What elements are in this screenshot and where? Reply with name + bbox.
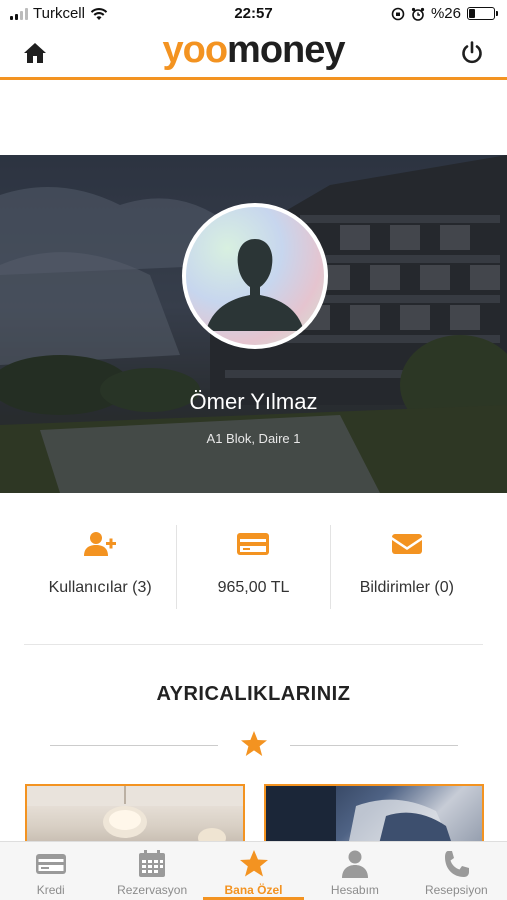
bottom-tab-bar: Kredi Rezervasyon Bana Özel Hesabım Rese… xyxy=(0,841,507,900)
person-icon xyxy=(341,850,368,878)
app-header: yoomoney xyxy=(0,28,507,80)
tab-hesabim[interactable]: Hesabım xyxy=(304,842,405,900)
envelope-icon xyxy=(391,534,422,554)
stat-users-label: Kullanıcılar (3) xyxy=(48,579,152,596)
user-silhouette-icon xyxy=(206,239,304,331)
stat-balance[interactable]: 965,00 TL xyxy=(176,525,329,609)
stat-notifications-label: Bildirimler (0) xyxy=(359,579,454,596)
stat-notifications[interactable]: Bildirimler (0) xyxy=(329,525,483,609)
profile-hero: Ömer Yılmaz A1 Blok, Daire 1 xyxy=(0,155,507,493)
add-user-icon xyxy=(84,532,117,556)
tab-label: Resepsiyon xyxy=(424,883,488,897)
phone-icon xyxy=(445,851,470,877)
card-icon xyxy=(35,854,66,874)
tab-rezervasyon[interactable]: Rezervasyon xyxy=(101,842,202,900)
status-bar: Turkcell 22:57 %26 xyxy=(0,0,507,28)
tab-label: Hesabım xyxy=(330,883,379,897)
stats-divider xyxy=(24,644,483,645)
power-icon[interactable] xyxy=(459,40,485,66)
section-divider-right xyxy=(290,745,458,746)
tab-bana-ozel[interactable]: Bana Özel xyxy=(202,842,305,900)
stat-balance-label: 965,00 TL xyxy=(217,579,290,596)
stats-row: Kullanıcılar (3) 965,00 TL Bildirimler (… xyxy=(24,525,483,609)
status-right: %26 xyxy=(391,5,498,22)
app-logo: yoomoney xyxy=(162,29,345,71)
section-title: AYRICALIKLARINIZ xyxy=(156,683,351,705)
star-icon xyxy=(239,850,268,877)
section-divider-left xyxy=(50,745,218,746)
tab-label: Kredi xyxy=(36,883,65,897)
tab-resepsiyon[interactable]: Resepsiyon xyxy=(406,842,507,900)
rotation-lock-icon xyxy=(391,7,405,20)
tab-label: Rezervasyon xyxy=(117,883,188,897)
battery-icon xyxy=(467,7,498,20)
avatar[interactable] xyxy=(182,203,328,349)
stat-users[interactable]: Kullanıcılar (3) xyxy=(24,525,176,609)
credit-card-icon xyxy=(237,533,270,555)
calendar-icon xyxy=(139,850,166,877)
alarm-icon xyxy=(411,7,425,21)
tab-label: Bana Özel xyxy=(224,883,283,897)
user-address: A1 Blok, Daire 1 xyxy=(206,431,301,446)
tab-kredi[interactable]: Kredi xyxy=(0,842,101,900)
user-name: Ömer Yılmaz xyxy=(189,389,318,414)
star-icon xyxy=(241,731,267,756)
battery-percent: %26 xyxy=(430,5,461,22)
